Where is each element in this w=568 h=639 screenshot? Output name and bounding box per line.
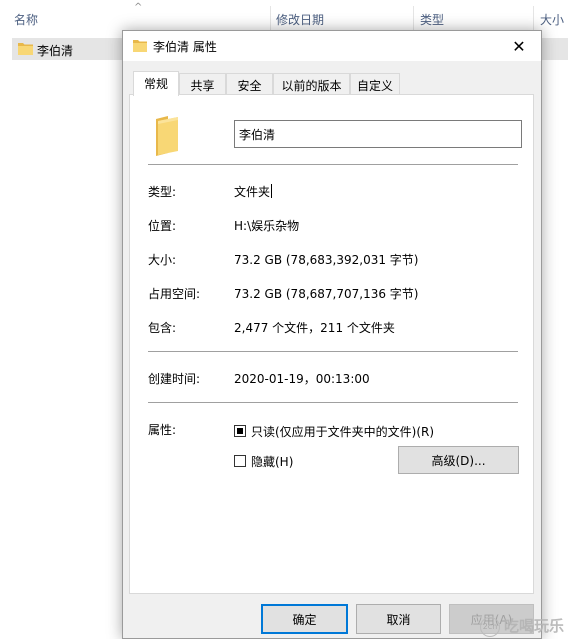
close-icon[interactable]: ✕ <box>497 31 541 61</box>
readonly-label[interactable]: 只读(仅应用于文件夹中的文件)(R) <box>251 423 434 440</box>
disk-size-label: 占用空间: <box>148 287 201 301</box>
contains-label: 包含: <box>148 321 177 335</box>
column-name[interactable]: 名称 <box>14 11 38 28</box>
properties-dialog: 李伯清 属性 ✕ 常规 共享 安全 以前的版本 自定义 类型: 文件夹 位置: … <box>122 30 542 639</box>
location-value: H:\娱乐杂物 <box>234 219 300 233</box>
column-type[interactable]: 类型 <box>420 11 444 28</box>
watermark-badge: 2ch <box>479 617 500 637</box>
explorer-header: ^ 名称 修改日期 类型 大小 <box>0 0 568 34</box>
column-divider[interactable] <box>413 6 414 30</box>
hidden-checkbox[interactable] <box>234 455 246 467</box>
column-size[interactable]: 大小 <box>540 11 564 28</box>
location-label: 位置: <box>148 219 177 233</box>
watermark-text: 吃喝玩乐 <box>503 617 564 635</box>
folder-icon <box>133 39 147 55</box>
cancel-button[interactable]: 取消 <box>356 604 441 634</box>
disk-size-value: 73.2 GB (78,687,707,136 字节) <box>234 287 419 301</box>
type-label: 类型: <box>148 185 177 199</box>
attributes-label: 属性: <box>148 423 177 437</box>
divider <box>148 351 518 352</box>
type-value: 文件夹 <box>234 184 273 199</box>
general-panel: 类型: 文件夹 位置: H:\娱乐杂物 大小: 73.2 GB (78,683,… <box>129 94 534 594</box>
watermark: 2ch 吃喝玩乐 <box>479 615 564 637</box>
hidden-label[interactable]: 隐藏(H) <box>251 453 293 470</box>
ok-button[interactable]: 确定 <box>261 604 348 634</box>
tab-security[interactable]: 安全 <box>226 73 273 95</box>
created-value: 2020-01-19，00:13:00 <box>234 372 370 386</box>
sort-caret-icon: ^ <box>134 2 143 13</box>
advanced-button[interactable]: 高级(D)... <box>398 446 519 474</box>
folder-icon <box>18 41 33 58</box>
size-value: 73.2 GB (78,683,392,031 字节) <box>234 253 419 267</box>
tab-previous-versions[interactable]: 以前的版本 <box>273 73 350 95</box>
folder-name-input[interactable] <box>234 120 522 148</box>
column-divider[interactable] <box>270 6 271 30</box>
folder-icon <box>154 115 180 160</box>
created-label: 创建时间: <box>148 372 201 386</box>
dialog-title: 李伯清 属性 <box>153 40 217 54</box>
divider <box>148 402 518 403</box>
readonly-checkbox[interactable] <box>234 425 246 437</box>
dialog-titlebar[interactable]: 李伯清 属性 ✕ <box>123 31 541 61</box>
tab-sharing[interactable]: 共享 <box>179 73 226 95</box>
tab-general[interactable]: 常规 <box>133 71 179 96</box>
contains-value: 2,477 个文件，211 个文件夹 <box>234 321 395 335</box>
column-divider[interactable] <box>533 6 534 30</box>
size-label: 大小: <box>148 253 177 267</box>
column-modified[interactable]: 修改日期 <box>276 11 324 28</box>
divider <box>148 164 518 165</box>
file-name: 李伯清 <box>37 44 74 58</box>
tab-customize[interactable]: 自定义 <box>350 73 400 95</box>
